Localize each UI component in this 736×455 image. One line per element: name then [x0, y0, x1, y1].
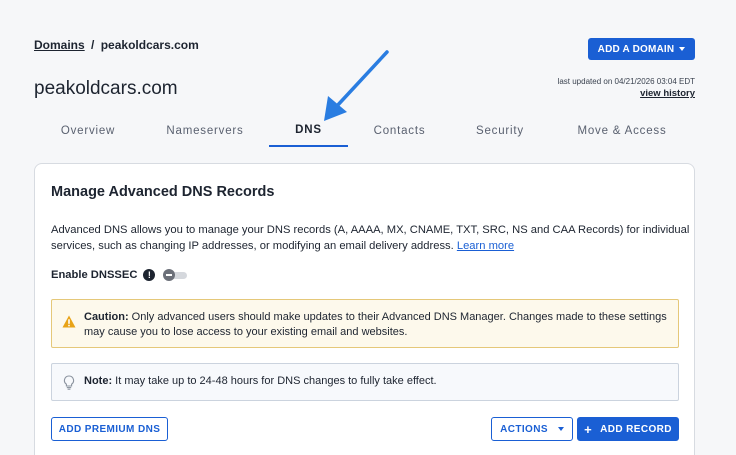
- note-message: It may take up to 24-48 hours for DNS ch…: [115, 375, 437, 387]
- tab-move-access[interactable]: Move & Access: [549, 115, 695, 147]
- dns-description-text: Advanced DNS allows you to manage your D…: [51, 224, 690, 252]
- breadcrumb-domains-link[interactable]: Domains: [34, 38, 85, 52]
- note-alert: Note: It may take up to 24-48 hours for …: [51, 363, 679, 401]
- chevron-down-icon: [557, 427, 564, 431]
- note-label: Note:: [84, 375, 113, 387]
- breadcrumb-separator: /: [91, 38, 95, 52]
- lightbulb-icon: [63, 375, 75, 390]
- chevron-down-icon: [679, 47, 686, 51]
- tab-nameservers[interactable]: Nameservers: [141, 115, 269, 147]
- breadcrumb-current: peakoldcars.com: [100, 38, 199, 52]
- page-title: peakoldcars.com: [34, 78, 178, 99]
- dnssec-label: Enable DNSSEC: [51, 269, 138, 281]
- caution-message: Only advanced users should make updates …: [84, 311, 667, 338]
- actions-label: ACTIONS: [500, 423, 548, 435]
- toggle-knob: [163, 269, 176, 281]
- card-title: Manage Advanced DNS Records: [51, 184, 275, 200]
- view-history-link[interactable]: view history: [640, 88, 695, 99]
- add-premium-dns-label: ADD PREMIUM DNS: [58, 423, 161, 435]
- tab-dns[interactable]: DNS: [269, 115, 348, 147]
- plus-icon: +: [584, 421, 593, 437]
- actions-dropdown-button[interactable]: ACTIONS: [491, 417, 573, 441]
- dnssec-toggle[interactable]: [163, 269, 188, 281]
- add-record-label: ADD RECORD: [600, 423, 672, 435]
- tab-bar: Overview Nameservers DNS Contacts Securi…: [35, 115, 695, 147]
- tab-overview[interactable]: Overview: [35, 115, 141, 147]
- add-premium-dns-button[interactable]: ADD PREMIUM DNS: [51, 417, 168, 441]
- add-domain-button[interactable]: ADD A DOMAIN: [588, 38, 695, 60]
- tab-contacts[interactable]: Contacts: [348, 115, 451, 147]
- add-record-button[interactable]: + ADD RECORD: [577, 417, 679, 441]
- dnssec-row: Enable DNSSEC !: [51, 269, 188, 281]
- learn-more-link[interactable]: Learn more: [457, 240, 514, 252]
- tab-security[interactable]: Security: [451, 115, 549, 147]
- advanced-dns-card: Manage Advanced DNS Records Advanced DNS…: [34, 163, 695, 455]
- caution-text-block: Caution: Only advanced users should make…: [84, 310, 674, 340]
- caution-label: Caution:: [84, 311, 129, 323]
- add-domain-label: ADD A DOMAIN: [597, 43, 675, 55]
- breadcrumb: Domains / peakoldcars.com: [34, 38, 199, 52]
- note-text-block: Note: It may take up to 24-48 hours for …: [84, 375, 437, 387]
- info-icon[interactable]: !: [143, 269, 156, 281]
- last-updated-text: last updated on 04/21/2026 03:04 EDT: [557, 77, 695, 86]
- dns-description: Advanced DNS allows you to manage your D…: [51, 222, 691, 254]
- caution-alert: Caution: Only advanced users should make…: [51, 299, 679, 348]
- warning-icon: [62, 315, 76, 328]
